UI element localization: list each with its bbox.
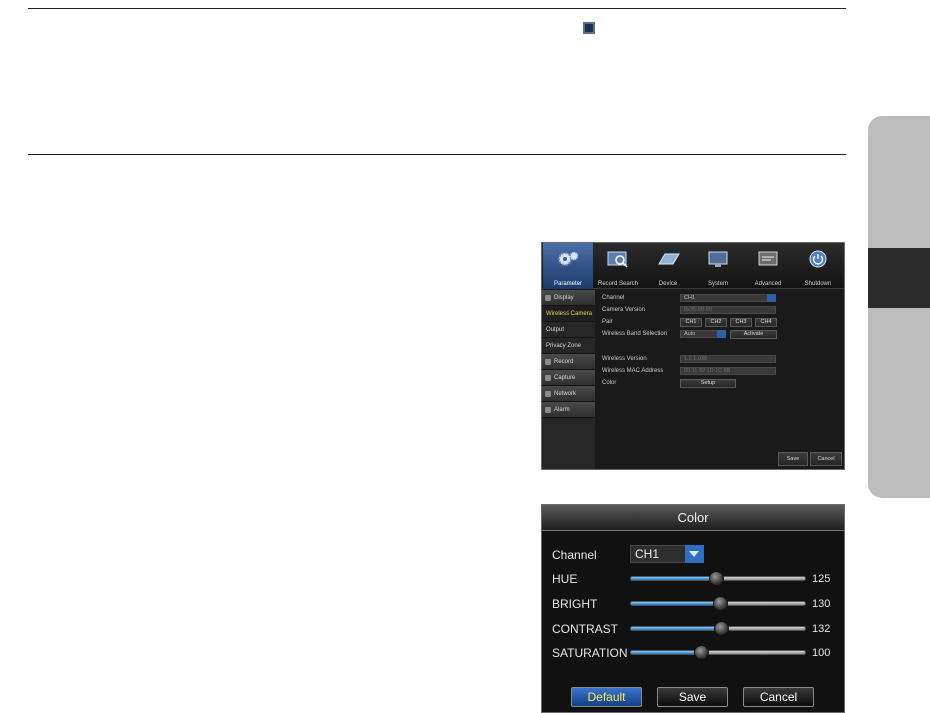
save-button[interactable]: Save <box>778 452 808 466</box>
cancel-button[interactable]: Cancel <box>743 687 814 707</box>
sidebar-item-privacy-zone[interactable]: Privacy Zone <box>542 338 595 354</box>
top-rule <box>28 8 846 9</box>
wireless-camera-panel: Channel CH1 Camera Version 0x35-00-00 Pa… <box>596 290 844 469</box>
slider-fill <box>631 602 720 605</box>
sidebar-item-alarm[interactable]: Alarm <box>542 402 595 418</box>
nav-system[interactable]: System <box>693 243 743 289</box>
chevron-down-icon[interactable] <box>767 294 776 302</box>
sidebar-item-label: Privacy Zone <box>546 343 582 349</box>
color-setup-button[interactable]: Setup <box>680 379 736 388</box>
sidebar-item-label: Network <box>554 391 577 397</box>
mac-field: 00:11:32:1D:1C:8B <box>680 367 776 375</box>
monitor-icon <box>583 22 595 34</box>
search-icon <box>607 251 628 268</box>
nav-label: Shutdown <box>804 281 832 287</box>
monitor-icon <box>708 251 728 267</box>
contrast-slider[interactable] <box>630 621 806 636</box>
display-icon <box>545 295 551 301</box>
slider-fill <box>631 651 701 654</box>
channel-label: Channel <box>602 295 625 301</box>
disk-icon <box>658 253 680 265</box>
nav-label: Advanced <box>754 281 782 287</box>
record-icon <box>545 359 551 365</box>
pair-ch3-button[interactable]: CH3 <box>730 318 752 327</box>
nav-advanced[interactable]: Advanced <box>743 243 793 289</box>
chevron-down-icon[interactable] <box>717 330 726 338</box>
nav-label: Parameter <box>553 281 582 287</box>
main-menu-bar: Parameter Record Search Device System Ad… <box>542 243 844 289</box>
capture-icon <box>545 375 551 381</box>
save-button[interactable]: Save <box>657 687 728 707</box>
sidebar-item-output[interactable]: Output <box>542 322 595 338</box>
slider-label: BRIGHT <box>552 597 598 611</box>
slider-knob[interactable] <box>714 621 730 636</box>
camera-version-label: Camera Version <box>602 307 646 313</box>
activate-button[interactable]: Activate <box>730 330 777 339</box>
sidebar-item-label: Wireless Camera <box>546 311 593 317</box>
color-dialog: Color Channel CH1 HUE 125 BRIGHT 130 CON… <box>541 504 845 713</box>
slider-fill <box>631 577 717 580</box>
power-icon <box>809 250 827 268</box>
nav-record-search[interactable]: Record Search <box>593 243 643 289</box>
hue-slider[interactable] <box>630 571 806 586</box>
channel-label: Channel <box>552 548 597 562</box>
pair-label: Pair <box>602 319 613 325</box>
contrast-value: 132 <box>812 623 831 635</box>
network-icon <box>545 391 551 397</box>
camera-version-field: 0x35-00-00 <box>680 306 776 314</box>
nav-label: Device <box>658 281 678 287</box>
bright-value: 130 <box>812 598 831 610</box>
sidebar-item-label: Alarm <box>554 407 570 413</box>
section-rule <box>28 154 846 155</box>
nav-label: Record Search <box>597 281 639 287</box>
channel-select[interactable]: CH1 <box>680 294 776 302</box>
sidebar-item-wireless-camera[interactable]: Wireless Camera <box>542 306 595 322</box>
slider-label: SATURATION <box>552 646 628 660</box>
default-button[interactable]: Default <box>571 687 642 707</box>
advanced-icon <box>758 251 778 266</box>
slider-knob[interactable] <box>712 596 728 611</box>
nav-shutdown[interactable]: Shutdown <box>793 243 843 289</box>
nav-parameter[interactable]: Parameter <box>543 243 593 289</box>
bright-slider[interactable] <box>630 596 806 611</box>
saturation-value: 100 <box>812 647 831 659</box>
sidebar-item-record[interactable]: Record <box>542 354 595 370</box>
sidebar-item-label: Capture <box>554 375 576 381</box>
chapter-tab <box>868 116 930 248</box>
chapter-tab-active <box>868 248 930 308</box>
wireless-version-label: Wireless Version <box>602 356 647 362</box>
slider-label: HUE <box>552 572 578 586</box>
pair-ch2-button[interactable]: CH2 <box>705 318 727 327</box>
mac-label: Wireless MAC Address <box>602 368 664 374</box>
sidebar-item-network[interactable]: Network <box>542 386 595 402</box>
saturation-slider[interactable] <box>630 645 806 660</box>
wireless-version-field: 1.2.1.038 <box>680 355 776 363</box>
pair-ch1-button[interactable]: CH1 <box>680 318 702 327</box>
slider-label: CONTRAST <box>552 622 618 636</box>
sidebar-item-label: Display <box>554 295 574 301</box>
sidebar-item-display[interactable]: Display <box>542 290 595 306</box>
dvr-wireless-camera-screen: Parameter Record Search Device System Ad… <box>541 242 845 470</box>
color-label: Color <box>602 380 617 386</box>
nav-device[interactable]: Device <box>643 243 693 289</box>
chapter-tab <box>868 308 930 498</box>
hue-value: 125 <box>812 573 831 585</box>
gears-icon <box>558 251 579 266</box>
nav-label: System <box>707 281 728 287</box>
band-label: Wireless Band Selection <box>602 331 668 337</box>
sidebar-item-label: Record <box>554 359 574 365</box>
settings-sidebar: Display Wireless Camera Output Privacy Z… <box>542 290 595 469</box>
slider-fill <box>631 627 722 630</box>
slider-knob[interactable] <box>709 571 725 586</box>
slider-knob[interactable] <box>693 645 709 660</box>
dialog-title: Color <box>542 505 844 531</box>
sidebar-item-label: Output <box>546 327 565 333</box>
alarm-icon <box>545 407 551 413</box>
chevron-down-icon[interactable] <box>685 545 704 563</box>
sidebar-item-capture[interactable]: Capture <box>542 370 595 386</box>
cancel-button[interactable]: Cancel <box>810 452 842 466</box>
pair-ch4-button[interactable]: CH4 <box>755 318 777 327</box>
